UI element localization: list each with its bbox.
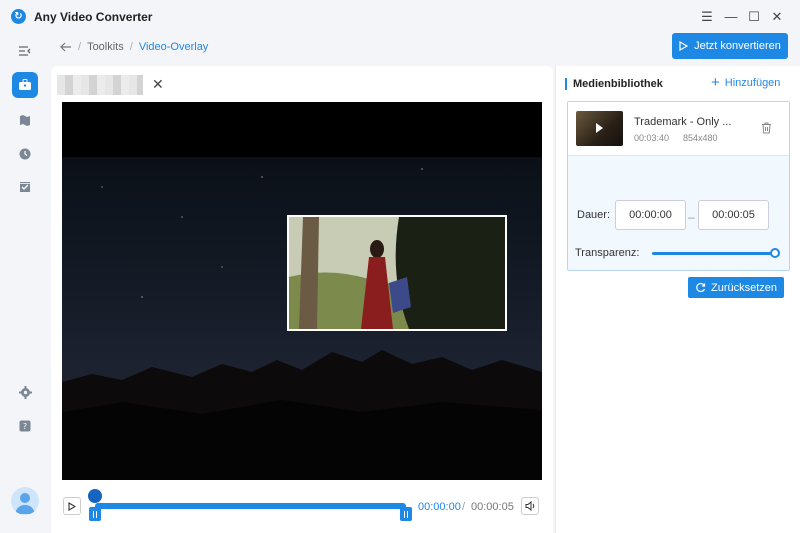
plus-icon: + xyxy=(711,74,720,91)
range-dash: – xyxy=(688,210,695,224)
sidebar: ? xyxy=(0,32,50,533)
convert-now-label: Jetzt konvertieren xyxy=(694,40,781,52)
sidebar-item-settings[interactable] xyxy=(12,379,38,405)
total-time: 00:00:05 xyxy=(471,501,514,513)
transparency-label: Transparenz: xyxy=(575,247,640,259)
media-item-header: Trademark - Only ... 00:03:40 854x480 xyxy=(568,102,789,156)
convert-now-button[interactable]: Jetzt konvertieren xyxy=(672,33,788,59)
breadcrumb-current: Video-Overlay xyxy=(138,41,209,53)
play-icon xyxy=(68,501,76,511)
minimize-icon[interactable]: — xyxy=(722,8,740,26)
section-accent-bar xyxy=(565,78,567,90)
grip-icon xyxy=(93,510,97,518)
grip-icon xyxy=(404,510,408,518)
menu-icon[interactable]: ☰ xyxy=(698,8,716,26)
trim-end-handle[interactable] xyxy=(400,507,412,521)
toolbox-icon xyxy=(19,79,31,90)
transparency-slider-track[interactable] xyxy=(652,252,774,255)
media-thumbnail xyxy=(576,111,623,146)
play-overlay-icon xyxy=(596,123,603,133)
media-library-title: Medienbibliothek xyxy=(573,78,663,90)
map-icon xyxy=(20,115,30,126)
blurred-filename xyxy=(57,75,143,95)
overlay-video-frame[interactable] xyxy=(287,215,507,331)
video-preview[interactable] xyxy=(62,102,542,480)
sidebar-item-library[interactable] xyxy=(12,107,38,133)
reset-button[interactable]: Zurücksetzen xyxy=(688,277,784,298)
sidebar-item-tasks[interactable] xyxy=(12,174,38,200)
add-media-button[interactable]: + Hinzufügen xyxy=(711,74,781,91)
maximize-icon[interactable]: ☐ xyxy=(745,8,763,26)
mountain-silhouette xyxy=(62,350,542,480)
transparency-slider-knob[interactable] xyxy=(770,248,780,258)
media-item-resolution: 854x480 xyxy=(683,133,718,143)
media-library-panel: Medienbibliothek + Hinzufügen Trademark … xyxy=(555,66,800,533)
add-media-label: Hinzufügen xyxy=(724,77,781,89)
start-time-input[interactable]: 00:00:00 xyxy=(615,200,686,230)
breadcrumb-separator: / xyxy=(78,41,82,53)
time-separator: / xyxy=(462,501,466,513)
timeline-track[interactable] xyxy=(95,503,406,509)
media-item-name: Trademark - Only ... xyxy=(634,116,732,128)
speaker-icon xyxy=(525,501,534,511)
preview-panel: ✕ xyxy=(51,66,553,533)
sidebar-item-help[interactable]: ? xyxy=(12,413,38,439)
end-time-input[interactable]: 00:00:05 xyxy=(698,200,769,230)
reset-label: Zurücksetzen xyxy=(710,281,778,294)
help-icon: ? xyxy=(19,420,31,432)
play-outline-icon xyxy=(679,41,689,51)
trash-icon[interactable] xyxy=(761,122,772,134)
user-icon xyxy=(15,493,35,514)
close-file-icon[interactable]: ✕ xyxy=(152,76,164,93)
media-item-duration: 00:03:40 xyxy=(634,133,670,143)
breadcrumb-separator: / xyxy=(129,41,133,53)
app-logo-icon: ↻ xyxy=(11,9,26,24)
app-title: Any Video Converter xyxy=(34,10,153,24)
collapse-sidebar-icon[interactable] xyxy=(12,38,38,64)
duration-label: Dauer: xyxy=(577,209,611,221)
current-time: 00:00:00 xyxy=(418,501,461,513)
sidebar-item-toolkits[interactable] xyxy=(12,72,38,98)
media-item-card[interactable]: Trademark - Only ... 00:03:40 854x480 Da… xyxy=(567,101,790,298)
breadcrumb: / Toolkits / Video-Overlay xyxy=(60,40,208,54)
refresh-icon xyxy=(696,282,706,293)
volume-button[interactable] xyxy=(521,497,539,515)
trim-start-handle[interactable] xyxy=(89,507,101,521)
clock-icon xyxy=(19,148,31,160)
checklist-icon xyxy=(20,182,30,192)
back-arrow-icon[interactable] xyxy=(60,42,72,52)
playhead-knob[interactable] xyxy=(88,489,102,503)
breadcrumb-toolkits[interactable]: Toolkits xyxy=(87,41,124,53)
sidebar-item-history[interactable] xyxy=(12,141,38,167)
overlay-video-image xyxy=(289,217,505,329)
avatar[interactable] xyxy=(11,487,39,515)
svg-text:?: ? xyxy=(23,422,27,431)
title-bar: ↻ Any Video Converter ☰ — ☐ ✕ xyxy=(0,0,800,32)
gear-icon xyxy=(18,385,32,399)
close-window-icon[interactable]: ✕ xyxy=(768,8,786,26)
play-button[interactable] xyxy=(63,497,81,515)
